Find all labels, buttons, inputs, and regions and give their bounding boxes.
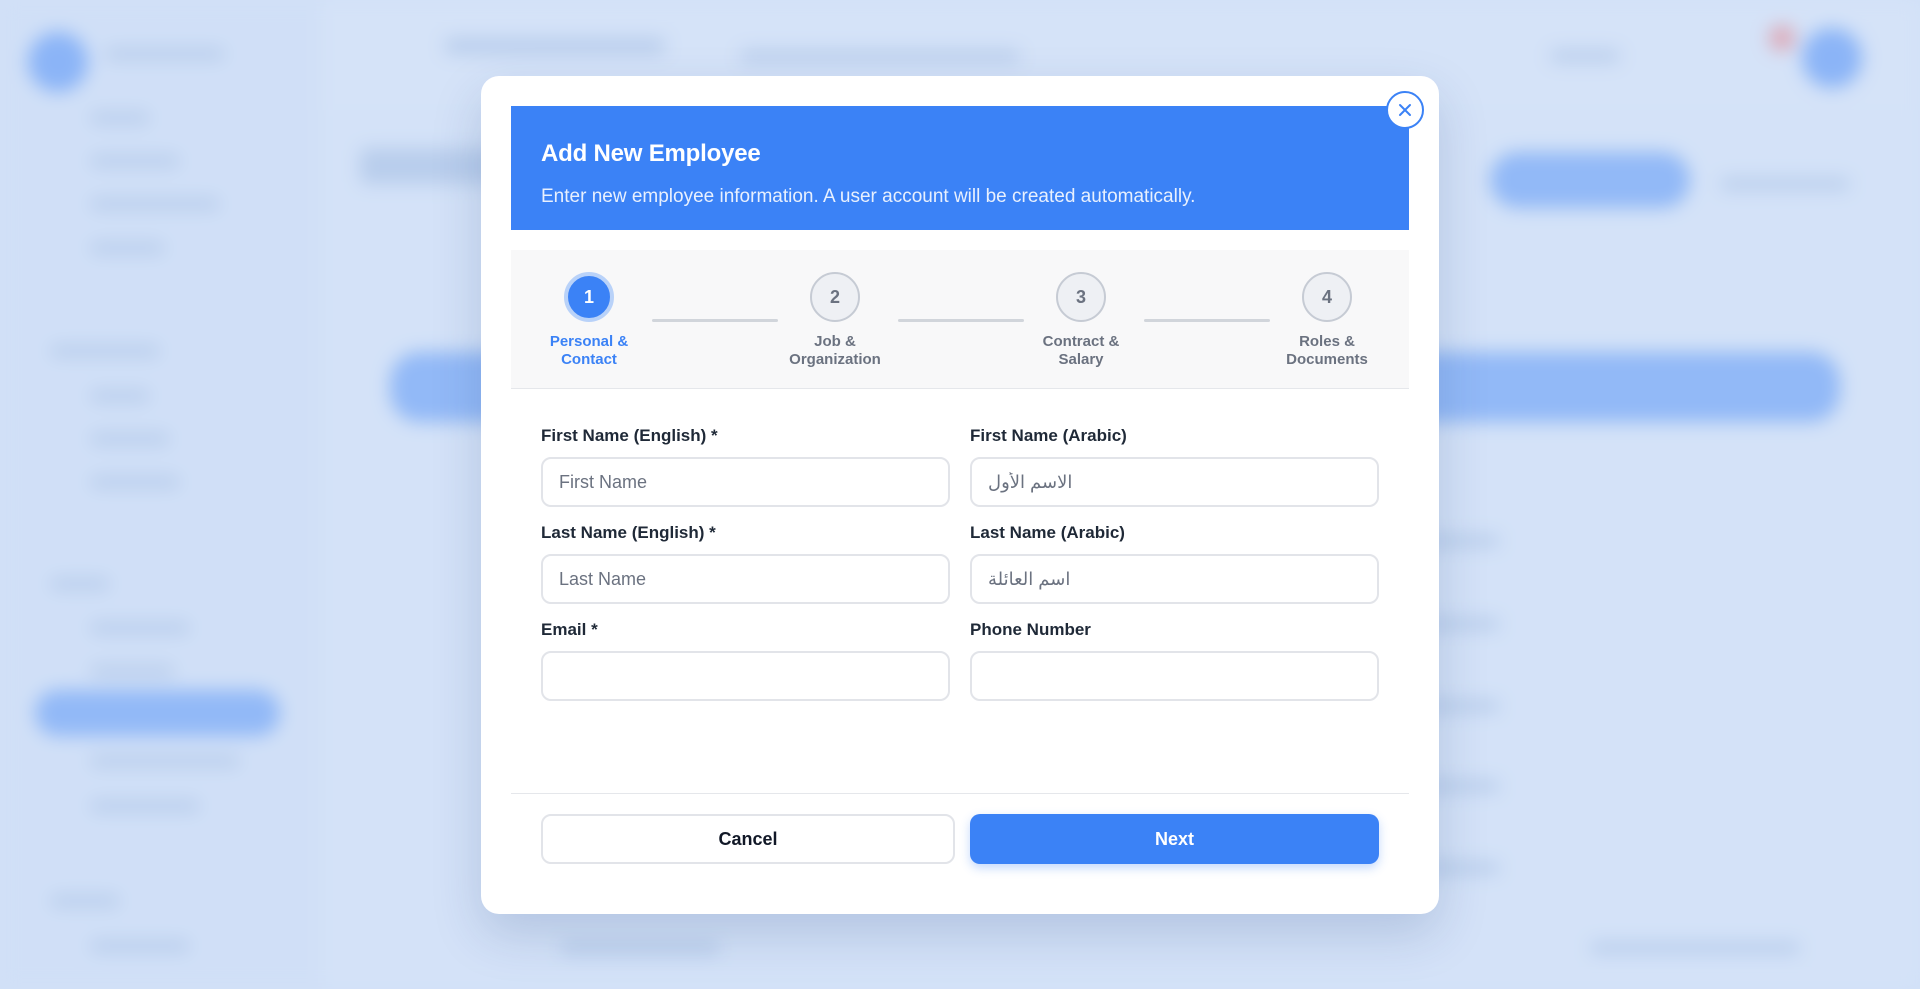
step-number: 3 <box>1056 272 1106 322</box>
first-name-arabic-input[interactable] <box>970 457 1379 507</box>
last-name-english-input[interactable] <box>541 554 950 604</box>
first-name-english-field: First Name (English) * <box>541 426 950 507</box>
first-name-english-label: First Name (English) * <box>541 426 718 445</box>
step-number: 4 <box>1302 272 1352 322</box>
cancel-button[interactable]: Cancel <box>541 814 955 864</box>
email-input[interactable] <box>541 651 950 701</box>
dialog-subtitle: Enter new employee information. A user a… <box>541 186 1196 207</box>
first-name-arabic-field: First Name (Arabic) <box>970 426 1379 507</box>
close-dialog-button[interactable] <box>1386 91 1424 129</box>
step-number: 1 <box>564 272 614 322</box>
footer-divider <box>511 793 1409 794</box>
email-field: Email * <box>541 620 950 701</box>
dialog-header: Add New Employee Enter new employee info… <box>511 106 1409 230</box>
step-number: 2 <box>810 272 860 322</box>
email-label: Email * <box>541 620 598 639</box>
step-roles-documents[interactable]: 4 Roles & Documents <box>1267 272 1387 369</box>
first-name-arabic-label: First Name (Arabic) <box>970 426 1127 445</box>
step-connector <box>1144 319 1270 322</box>
step-label: Roles & Documents <box>1286 333 1368 368</box>
phone-number-field: Phone Number <box>970 620 1379 701</box>
add-employee-dialog: Add New Employee Enter new employee info… <box>481 76 1439 914</box>
step-contract-salary[interactable]: 3 Contract & Salary <box>1021 272 1141 369</box>
last-name-arabic-field: Last Name (Arabic) <box>970 523 1379 604</box>
first-name-english-input[interactable] <box>541 457 950 507</box>
step-label: Job & Organization <box>789 333 881 368</box>
step-label: Contract & Salary <box>1042 333 1120 368</box>
step-connector <box>652 319 778 322</box>
last-name-arabic-label: Last Name (Arabic) <box>970 523 1125 542</box>
phone-number-input[interactable] <box>970 651 1379 701</box>
step-indicator: 1 Personal & Contact 2 Job & Organizatio… <box>511 250 1409 389</box>
step-personal-contact[interactable]: 1 Personal & Contact <box>529 272 649 369</box>
step-connector <box>898 319 1024 322</box>
last-name-arabic-input[interactable] <box>970 554 1379 604</box>
last-name-english-field: Last Name (English) * <box>541 523 950 604</box>
next-button[interactable]: Next <box>970 814 1379 864</box>
close-icon <box>1399 104 1411 116</box>
dialog-title: Add New Employee <box>541 140 761 167</box>
step-job-organization[interactable]: 2 Job & Organization <box>775 272 895 369</box>
step-label: Personal & Contact <box>549 333 629 368</box>
phone-number-label: Phone Number <box>970 620 1091 639</box>
last-name-english-label: Last Name (English) * <box>541 523 716 542</box>
